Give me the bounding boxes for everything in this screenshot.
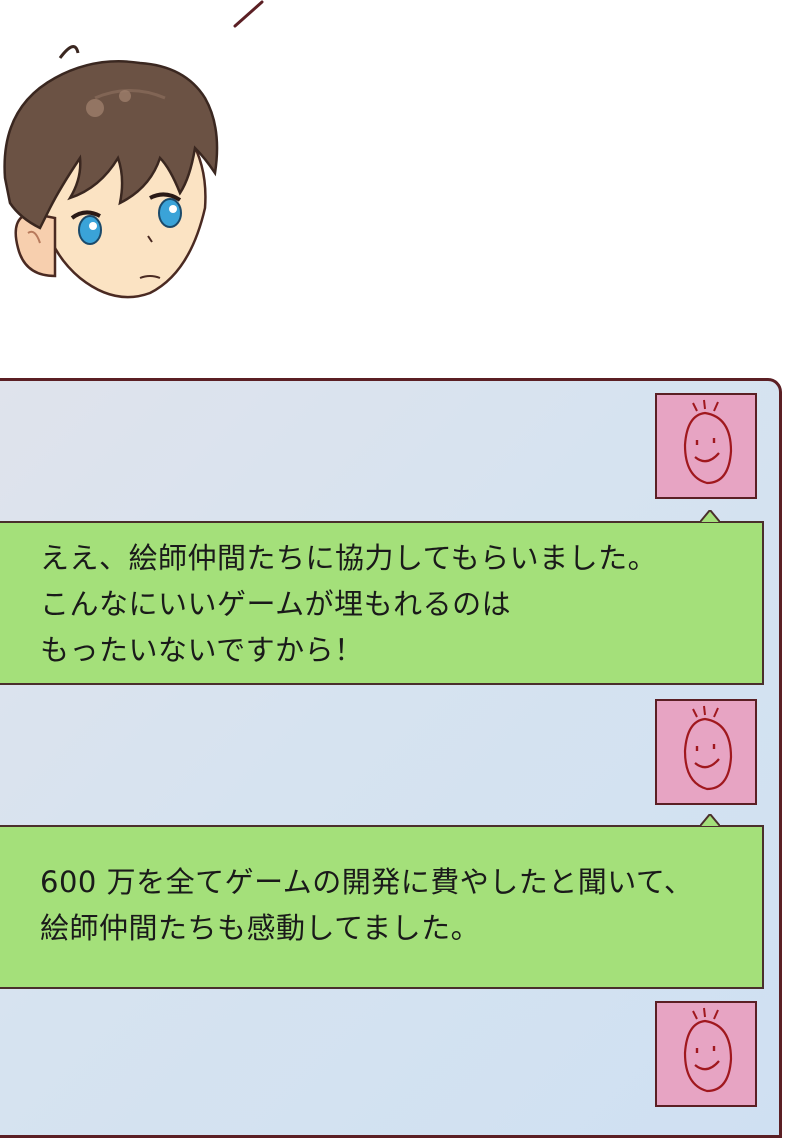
smiley-doodle-icon xyxy=(683,1007,733,1093)
message-bubble: 600 万を全てゲームの開発に費やしたと聞いて、 絵師仲間たちも感動してました。 xyxy=(0,814,764,989)
contact-avatar xyxy=(655,1001,757,1107)
message-line: 絵師仲間たちも感動してました。 xyxy=(40,911,481,945)
smiley-doodle-icon xyxy=(683,705,733,791)
message-bubble: ええ、絵師仲間たちに協力してもらいました。 こんなにいいゲームが埋もれるのは も… xyxy=(0,510,764,685)
contact-avatar xyxy=(655,699,757,805)
bubble-tail xyxy=(700,510,720,522)
bubble-tail xyxy=(700,814,720,826)
message-line: 600 万を全てゲームの開発に費やしたと聞いて、 xyxy=(40,865,694,899)
character-head-illustration xyxy=(3,45,219,299)
comic-panel: ええ、絵師仲間たちに協力してもらいました。 こんなにいいゲームが埋もれるのは も… xyxy=(0,0,800,1138)
message-line: ええ、絵師仲間たちに協力してもらいました。 xyxy=(40,541,658,575)
message-line: もったいないですから！ xyxy=(40,633,364,667)
smiley-doodle-icon xyxy=(683,399,733,485)
chat-window: ええ、絵師仲間たちに協力してもらいました。 こんなにいいゲームが埋もれるのは も… xyxy=(0,378,782,1138)
message-line: こんなにいいゲームが埋もれるのは xyxy=(40,587,512,621)
contact-avatar xyxy=(655,393,757,499)
